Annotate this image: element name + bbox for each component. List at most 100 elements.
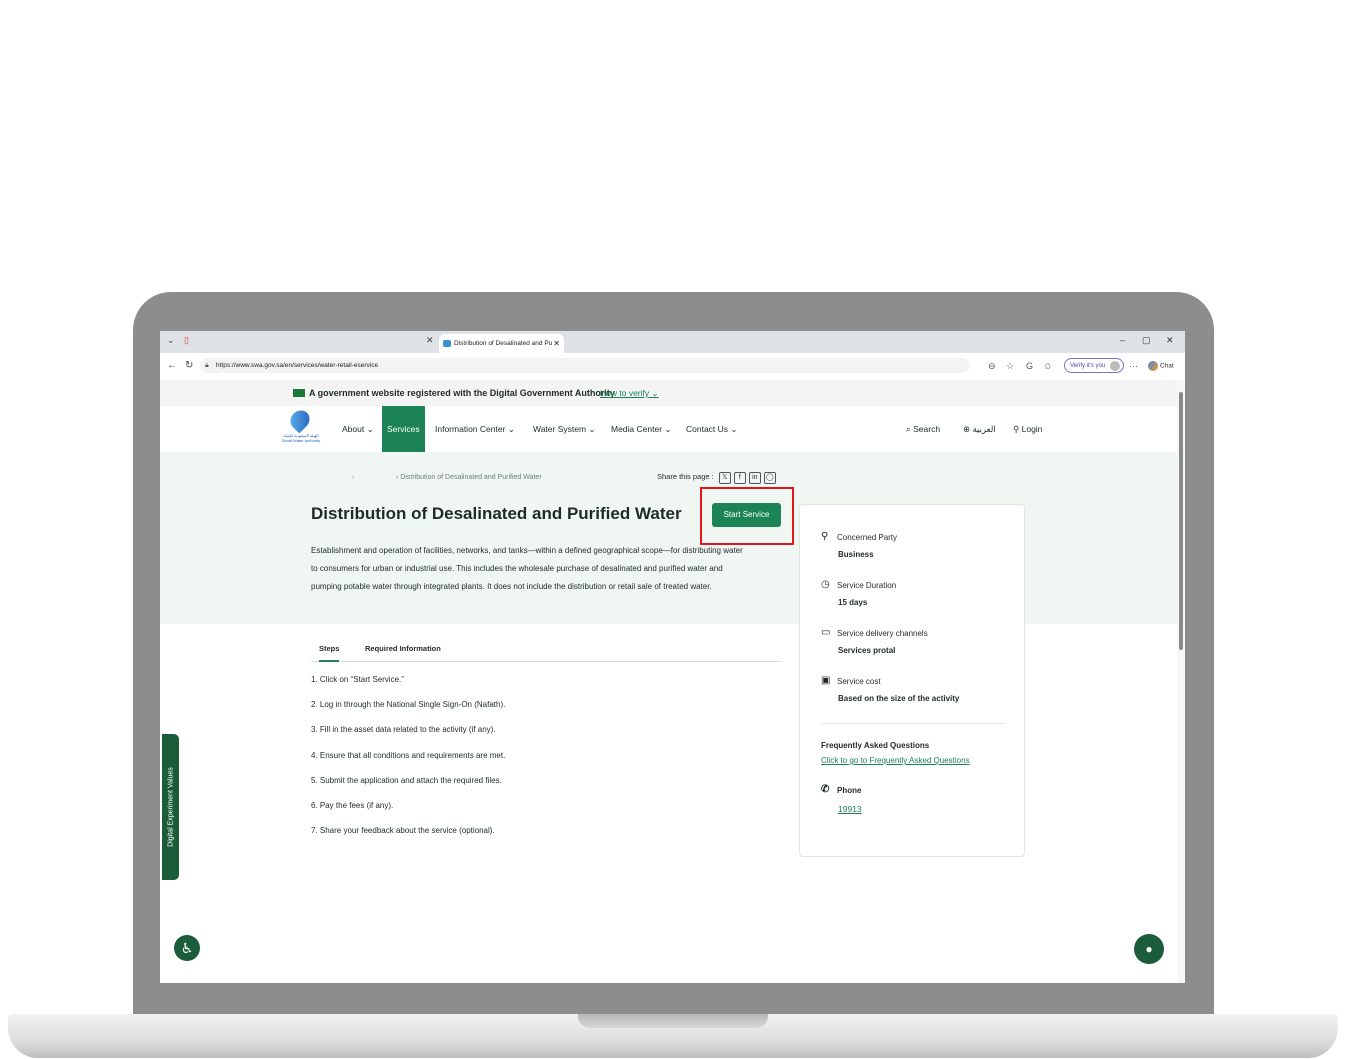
- description-line: to consumers for urban or industrial use…: [311, 564, 723, 573]
- close-window-icon[interactable]: ✕: [1166, 335, 1174, 346]
- chat-bubble-icon[interactable]: ●: [1134, 934, 1164, 964]
- linkedin-share-icon[interactable]: in: [748, 472, 761, 484]
- how-to-verify-link[interactable]: How to verify ⌄: [600, 380, 659, 406]
- tab-steps[interactable]: Steps: [319, 644, 340, 662]
- chevron-down-icon: ⌄: [588, 424, 596, 434]
- list-item: 7. Share your feedback about the service…: [311, 826, 495, 835]
- nav-water-system[interactable]: Water System ⌄: [533, 406, 596, 452]
- gov-banner-text: A government website registered with the…: [309, 388, 615, 398]
- nav-contact-us[interactable]: Contact Us ⌄: [686, 406, 738, 452]
- reload-icon[interactable]: ↻: [185, 360, 193, 371]
- concerned-party-value: Business: [838, 550, 874, 559]
- faq-title: Frequently Asked Questions: [821, 741, 930, 750]
- user-icon: ⚲: [821, 531, 829, 542]
- nav-media-center-label: Media Center: [611, 424, 663, 434]
- share-bar: Share this page : 𝕏f in ◯: [657, 472, 776, 484]
- channels-label: Service delivery channels: [837, 629, 928, 638]
- phone-title: ✆ Phone: [821, 784, 862, 795]
- tab-menu-icon[interactable]: ⌄: [167, 335, 175, 346]
- favorites-icon[interactable]: ✩: [1044, 361, 1052, 372]
- login-button[interactable]: ⚲ Login: [1013, 406, 1042, 452]
- favorite-star-icon[interactable]: ☆: [1006, 361, 1014, 372]
- gov-banner: A government website registered with the…: [160, 380, 1177, 406]
- money-icon: ▣: [821, 675, 831, 686]
- concerned-party-label: Concerned Party: [837, 533, 898, 542]
- verify-label: Verify it's you: [1070, 363, 1106, 369]
- tab-title: Distribution of Desalinated and Pu: [454, 340, 553, 347]
- list-item: 3. Fill in the asset data related to the…: [311, 725, 496, 734]
- verify-profile-button[interactable]: Verify it's you: [1064, 358, 1124, 373]
- lock-icon: 🔒︎: [205, 362, 209, 369]
- nav-information-center-label: Information Center: [435, 424, 506, 434]
- active-tab[interactable]: Distribution of Desalinated and Pu ✕: [439, 334, 564, 353]
- language-label: العربية: [972, 424, 996, 434]
- chevron-down-icon: ⌄: [730, 424, 738, 434]
- facebook-share-icon[interactable]: f: [733, 472, 746, 484]
- breadcrumb: › Distribution of Desalinated and Purifi…: [396, 474, 542, 481]
- accessibility-icon[interactable]: ♿︎: [174, 935, 200, 961]
- list-item: 6. Pay the fees (if any).: [311, 801, 394, 810]
- concerned-party: ⚲ Concerned Party Business: [821, 531, 898, 559]
- more-menu-icon[interactable]: ···: [1129, 361, 1138, 371]
- scrollbar[interactable]: [1177, 380, 1185, 983]
- main-nav: الهيئة السعودية للمياه Saudi Water Autho…: [160, 406, 1177, 453]
- nav-about-label: About: [342, 424, 365, 434]
- address-bar: ← ↻ 🔒︎ https://www.swa.gov.sa/en/service…: [160, 353, 1185, 381]
- scrollbar-thumb[interactable]: [1179, 392, 1183, 650]
- service-description: Establishment and operation of facilitie…: [311, 542, 786, 596]
- faq-link[interactable]: Click to go to Frequently Asked Question…: [821, 756, 970, 765]
- info-tabs: Steps Required Information: [311, 639, 782, 662]
- copilot-icon: [1148, 361, 1158, 371]
- extension-icon[interactable]: G: [1026, 361, 1033, 371]
- copilot-chat-button[interactable]: Chat: [1148, 361, 1174, 371]
- phone-label: Phone: [837, 786, 862, 795]
- chevron-down-icon: ⌄: [507, 424, 515, 434]
- url-field[interactable]: 🔒︎ https://www.swa.gov.sa/en/services/wa…: [200, 358, 970, 373]
- breadcrumb-current: Distribution of Desalinated and Purified…: [400, 474, 542, 481]
- list-item: 4. Ensure that all conditions and requir…: [311, 751, 506, 760]
- chevron-down-icon: ⌄: [651, 388, 659, 398]
- page-title: Distribution of Desalinated and Purified…: [311, 504, 682, 523]
- duration-label: Service Duration: [837, 581, 897, 590]
- minimize-icon[interactable]: –: [1120, 335, 1125, 345]
- nav-services[interactable]: Services: [382, 406, 425, 452]
- logo-text: الهيئة السعودية للمياه Saudi Water Autho…: [281, 433, 321, 443]
- service-cost: ▣ Service cost Based on the size of the a…: [821, 675, 959, 703]
- swa-logo[interactable]: الهيئة السعودية للمياه Saudi Water Autho…: [280, 406, 322, 447]
- close-tab-icon[interactable]: ✕: [553, 334, 560, 353]
- avatar: [1110, 361, 1120, 371]
- search-label: Search: [913, 424, 941, 434]
- list-item: 1. Click on “Start Service.”: [311, 675, 404, 684]
- list-item: 2. Log in through the National Single Si…: [311, 700, 506, 709]
- breadcrumb-separator: ›: [352, 474, 355, 481]
- digital-experiment-tab[interactable]: Digital Experiment Values: [162, 734, 179, 880]
- tab-required-information[interactable]: Required Information: [365, 644, 441, 653]
- chevron-down-icon: ⌄: [664, 424, 672, 434]
- nav-about[interactable]: About ⌄: [342, 406, 374, 452]
- restore-icon[interactable]: ▢: [1142, 335, 1151, 346]
- nav-information-center[interactable]: Information Center ⌄: [435, 406, 515, 452]
- saudi-flag-icon: [293, 389, 305, 397]
- description-line: pumping potable water through integrated…: [311, 582, 712, 591]
- pdf-tab-icon[interactable]: ▯: [184, 335, 189, 346]
- x-share-icon[interactable]: 𝕏: [718, 472, 731, 484]
- nav-services-label: Services: [387, 424, 420, 434]
- phone-link[interactable]: 19913: [838, 804, 862, 814]
- zoom-icon[interactable]: ⊖: [988, 361, 996, 372]
- close-tab-icon[interactable]: ✕: [426, 335, 434, 346]
- divider: [821, 723, 1005, 724]
- language-switch[interactable]: ⊕ العربية: [963, 406, 996, 452]
- chevron-down-icon: ⌄: [366, 424, 374, 434]
- clock-icon: ◷: [821, 579, 830, 590]
- nav-media-center[interactable]: Media Center ⌄: [611, 406, 672, 452]
- whatsapp-share-icon[interactable]: ◯: [763, 472, 776, 484]
- nav-water-system-label: Water System: [533, 424, 587, 434]
- back-icon[interactable]: ←: [167, 360, 177, 371]
- side-tab-label: Digital Experiment Values: [167, 767, 174, 847]
- duration-value: 15 days: [838, 598, 868, 607]
- delivery-channels: ▭ Service delivery channels Services prot…: [821, 627, 928, 655]
- login-label: Login: [1021, 424, 1043, 434]
- channels-value: Services protal: [838, 646, 896, 655]
- service-info-card: ⚲ Concerned Party Business ◷ Service Durat…: [799, 504, 1025, 857]
- search-button[interactable]: ⌕ Search: [906, 406, 940, 452]
